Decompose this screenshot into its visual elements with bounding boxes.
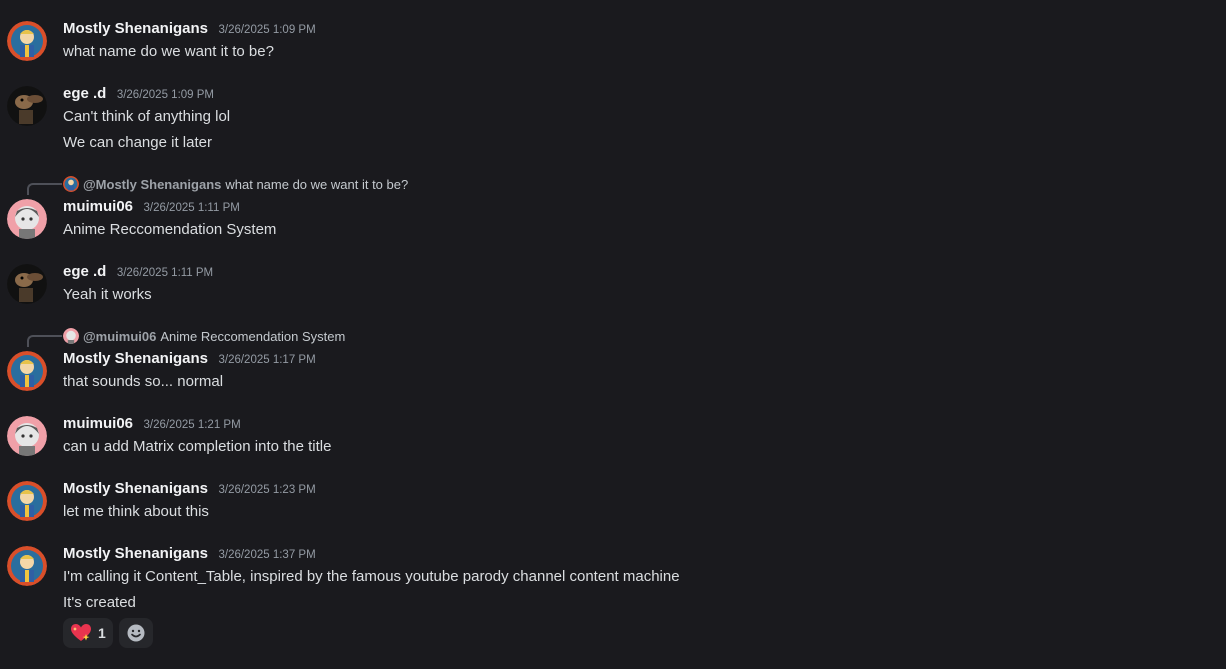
anime-girl-avatar [7,416,47,456]
reply-username[interactable]: @Mostly Shenanigans [83,177,221,192]
avatar [63,176,79,192]
timestamp: 3/26/2025 1:37 PM [218,549,316,561]
reaction-count: 1 [98,625,106,641]
timestamp: 3/26/2025 1:21 PM [143,419,241,431]
reactions: 1 [63,618,153,648]
dark-creature-avatar [7,86,47,126]
username[interactable]: muimui06 [63,198,133,215]
add-reaction-button[interactable] [118,618,153,648]
message-text: what name do we want it to be? [63,43,274,60]
message-text: It's created [63,594,136,611]
timestamp: 3/26/2025 1:09 PM [218,24,316,36]
timestamp: 3/26/2025 1:17 PM [218,354,316,366]
reply-text: what name do we want it to be? [225,176,409,192]
vault-boy-avatar [7,546,47,586]
timestamp: 3/26/2025 1:11 PM [116,267,214,279]
message-text: Yeah it works [63,286,152,303]
reply-connector [27,335,62,347]
chat-messages: Mostly Shenanigans 3/26/2025 1:09 PM wha… [0,0,1226,669]
message-text: Can't think of anything lol [63,108,231,125]
avatar[interactable] [7,481,47,521]
username[interactable]: muimui06 [63,415,133,432]
timestamp: 3/26/2025 1:23 PM [218,484,316,496]
message-text: that sounds so... normal [63,373,224,390]
avatar [63,328,79,344]
avatar[interactable] [7,264,47,304]
anime-girl-avatar [63,328,79,344]
message-text: let me think about this [63,503,209,520]
reply-text: Anime Reccomendation System [160,328,346,344]
username[interactable]: Mostly Shenanigans [63,545,208,562]
reply-username[interactable]: @muimui06 [83,329,156,344]
avatar[interactable] [7,199,47,239]
username[interactable]: Mostly Shenanigans [63,20,208,37]
vault-boy-avatar [7,481,47,521]
username[interactable]: ege .d [63,85,106,102]
anime-girl-avatar [7,199,47,239]
message-text: We can change it later [63,134,212,151]
message-text: I'm calling it Content_Table, inspired b… [63,568,680,585]
smiley-add-icon [127,624,145,642]
sparkling-heart-icon [71,624,91,641]
reply-connector [27,183,62,195]
reaction-sparkling-heart[interactable]: 1 [63,618,113,648]
timestamp: 3/26/2025 1:09 PM [116,89,214,101]
username[interactable]: Mostly Shenanigans [63,480,208,497]
username[interactable]: ege .d [63,263,106,280]
message-text: Anime Reccomendation System [63,221,277,238]
dark-creature-avatar [7,264,47,304]
avatar[interactable] [7,351,47,391]
avatar[interactable] [7,416,47,456]
timestamp: 3/26/2025 1:11 PM [143,202,240,214]
reply-preview[interactable]: @muimui06 Anime Reccomendation System [63,328,345,344]
username[interactable]: Mostly Shenanigans [63,350,208,367]
reply-preview[interactable]: @Mostly Shenanigans what name do we want… [63,176,408,192]
message-text: can u add Matrix completion into the tit… [63,438,332,455]
avatar[interactable] [7,21,47,61]
vault-boy-avatar [7,21,47,61]
avatar[interactable] [7,86,47,126]
vault-boy-avatar [7,351,47,391]
avatar[interactable] [7,546,47,586]
vault-boy-avatar [63,176,79,192]
